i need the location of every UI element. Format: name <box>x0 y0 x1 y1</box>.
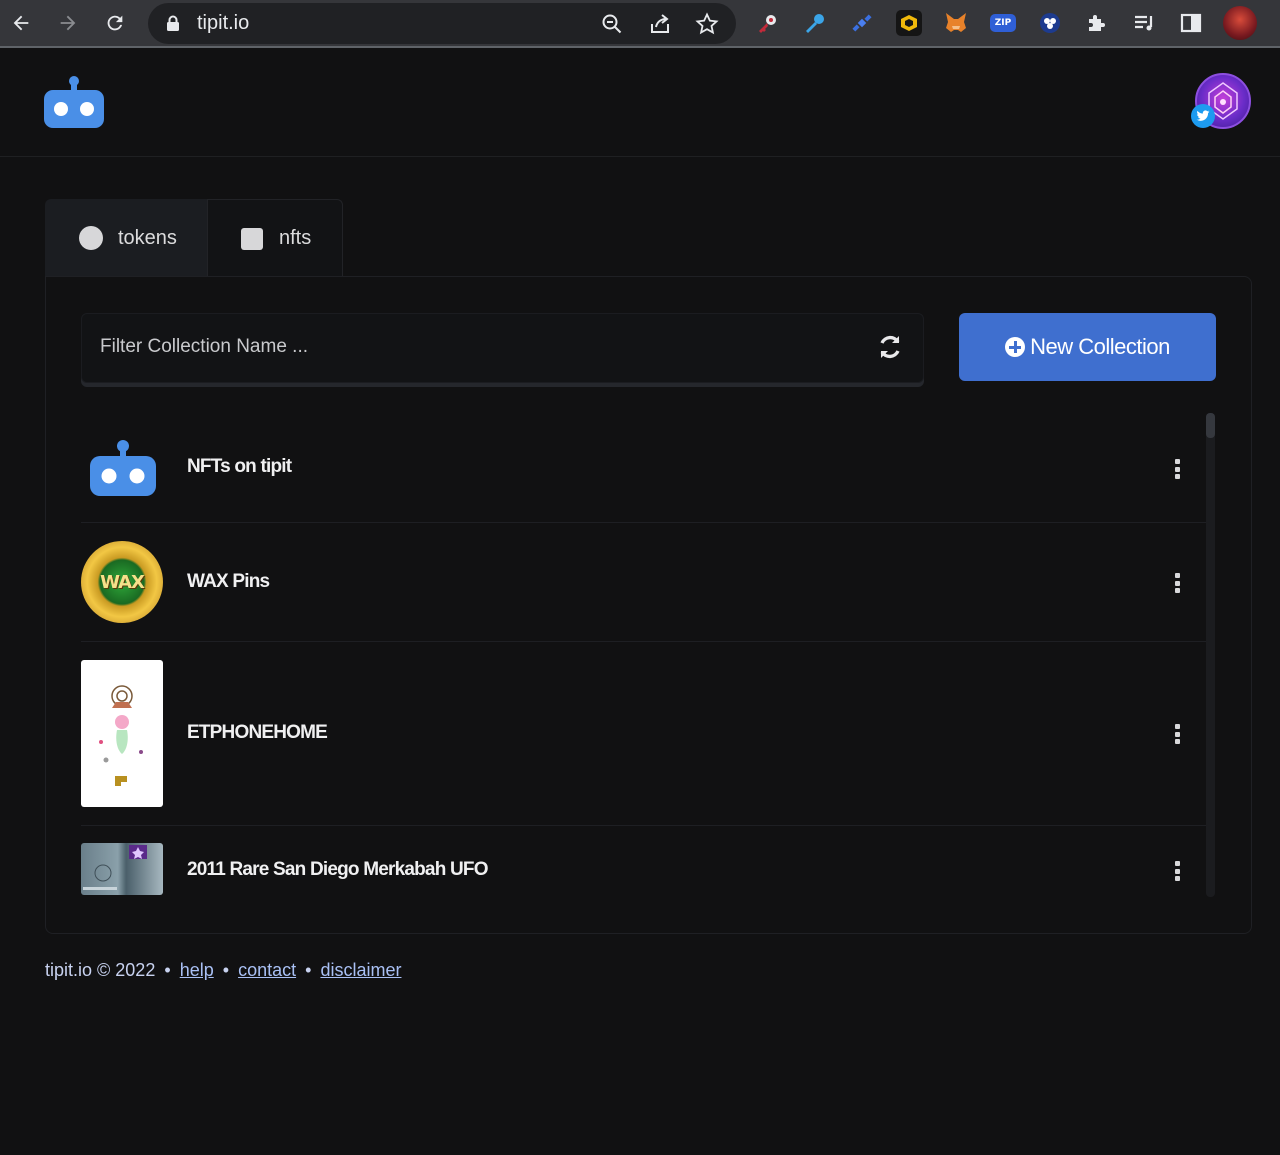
tipit-robot-logo-icon[interactable] <box>44 76 104 133</box>
reading-list-icon[interactable] <box>1131 10 1157 36</box>
tab-tokens-label: tokens <box>118 226 177 249</box>
address-url: tipit.io <box>197 12 250 34</box>
profile-avatar-icon[interactable] <box>1223 6 1257 40</box>
footer-separator: • <box>164 960 171 980</box>
kebab-menu-icon[interactable] <box>1170 573 1184 595</box>
side-panel-icon[interactable] <box>1178 10 1204 36</box>
kebab-menu-icon[interactable] <box>1170 724 1184 746</box>
extension-key-icon[interactable] <box>755 10 781 36</box>
collection-name: ETPHONEHOME <box>187 722 328 743</box>
twitter-badge-icon <box>1191 104 1215 128</box>
collection-row[interactable]: WAX WAX Pins <box>81 523 1206 642</box>
collection-name: NFTs on tipit <box>187 456 292 477</box>
extension-zip-icon[interactable]: ZIP <box>990 14 1016 32</box>
extension-binance-icon[interactable] <box>896 10 922 36</box>
footer-help-link[interactable]: help <box>180 960 214 980</box>
back-button[interactable] <box>5 8 37 38</box>
etphonehome-thumb <box>81 660 163 807</box>
arrow-left-icon <box>13 15 29 31</box>
extension-tool-icon[interactable] <box>802 10 828 36</box>
tab-tokens[interactable]: tokens <box>45 199 207 277</box>
collection-row[interactable]: ETPHONEHOME <box>81 642 1206 826</box>
footer-separator: • <box>305 960 312 980</box>
zoom-icon[interactable] <box>600 12 624 36</box>
extensions-puzzle-icon[interactable] <box>1084 10 1110 36</box>
new-collection-label: New Collection <box>1030 334 1170 359</box>
footer-copyright: tipit.io © 2022 <box>45 960 156 980</box>
extension-shield-icon[interactable] <box>1037 10 1063 36</box>
refresh-icon[interactable] <box>876 333 904 361</box>
tab-nfts-label: nfts <box>279 227 312 249</box>
list-scrollbar-track[interactable] <box>1206 413 1215 897</box>
wax-logo-text: WAX <box>100 571 145 593</box>
ufo-thumb <box>81 843 163 895</box>
bookmark-star-icon[interactable] <box>695 12 719 36</box>
list-scrollbar-thumb[interactable] <box>1206 413 1215 438</box>
kebab-menu-icon[interactable] <box>1170 459 1184 481</box>
footer: tipit.io © 2022 • help • contact • discl… <box>45 960 401 981</box>
extension-metamask-icon[interactable] <box>943 10 969 36</box>
new-collection-button[interactable]: New Collection <box>959 313 1216 381</box>
kebab-menu-icon[interactable] <box>1170 861 1184 883</box>
nfts-square-icon <box>241 227 263 250</box>
tab-nfts[interactable]: nfts <box>207 199 343 277</box>
arrow-right-icon <box>60 15 76 31</box>
filter-box <box>81 313 924 383</box>
tokens-circle-icon <box>79 226 103 250</box>
collection-name: WAX Pins <box>187 571 270 592</box>
app-header <box>0 50 1280 157</box>
forward-button[interactable] <box>52 8 84 38</box>
reload-icon <box>107 15 123 31</box>
footer-separator: • <box>222 960 230 980</box>
extension-satellite-icon[interactable] <box>849 10 875 36</box>
browser-toolbar: tipit.io ZIP <box>0 0 1280 48</box>
address-bar[interactable]: tipit.io <box>148 3 736 44</box>
reload-button[interactable] <box>99 8 131 38</box>
lock-icon <box>167 15 179 31</box>
footer-contact-link[interactable]: contact <box>238 960 296 980</box>
collection-name: 2011 Rare San Diego Merkabah UFO <box>187 859 489 880</box>
filter-collection-input[interactable] <box>82 314 862 380</box>
plus-circle-icon <box>1005 337 1026 357</box>
share-icon[interactable] <box>648 12 672 36</box>
collection-row[interactable]: 2011 Rare San Diego Merkabah UFO <box>81 826 1206 912</box>
collection-row[interactable]: NFTs on tipit <box>81 413 1206 523</box>
tipit-robot-thumb-icon <box>90 440 156 496</box>
wax-pins-thumb: WAX <box>81 541 163 623</box>
footer-disclaimer-link[interactable]: disclaimer <box>320 960 401 980</box>
